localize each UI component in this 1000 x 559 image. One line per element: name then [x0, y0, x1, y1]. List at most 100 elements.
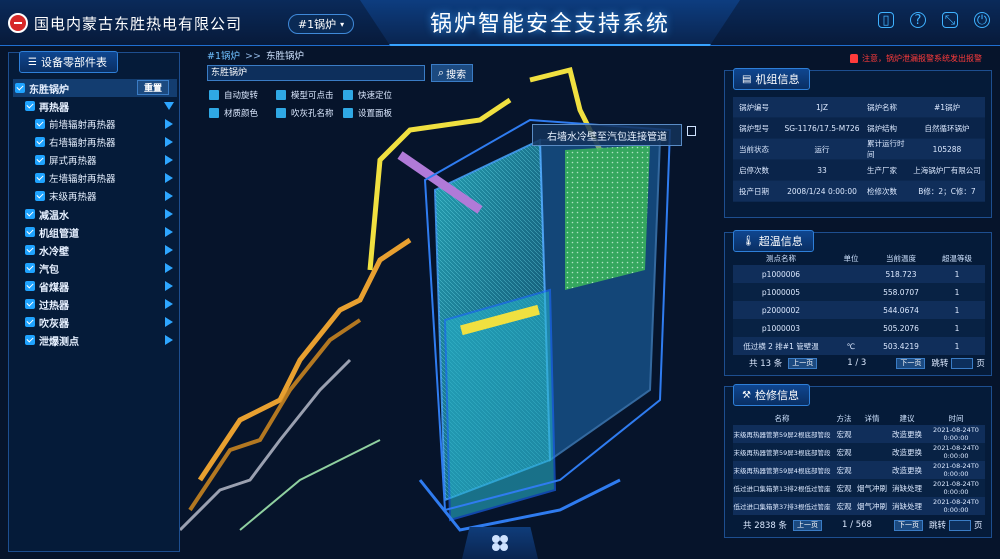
tree-checkbox[interactable] — [25, 281, 35, 291]
tree-checkbox[interactable] — [25, 245, 35, 255]
tree-checkbox[interactable] — [35, 119, 45, 129]
tree-checkbox[interactable] — [35, 191, 45, 201]
table-row[interactable]: 低过进口集箱第37排3根低过管座 宏观 烟气冲刷 消缺处理 2021-08-24T0 0… — [733, 497, 985, 515]
tree-item-label: 右墙辐射再热器 — [49, 138, 116, 149]
tree-item[interactable]: 前墙辐射再热器 — [13, 115, 177, 133]
overtemp-pager: 共 13 条 上一页 1 / 3 下一页 跳转 页 — [733, 355, 985, 371]
expand-down-icon[interactable] — [164, 102, 174, 110]
unit-select[interactable]: #1锅炉 ▾ — [288, 14, 354, 34]
brand: 国电内蒙古东胜热电有限公司 — [8, 10, 242, 36]
tree-item[interactable]: 左墙辐射再热器 — [13, 169, 177, 187]
reset-button[interactable]: 重置 — [137, 80, 169, 95]
table-cell: 末级再热器管第59屏4根底部管段 — [733, 467, 831, 475]
column-header: 名称 — [774, 413, 790, 423]
copy-icon[interactable] — [687, 126, 696, 136]
tree-item[interactable]: 吹灰器 — [13, 313, 177, 331]
tree-item-label: 省煤器 — [39, 282, 69, 294]
table-row[interactable]: p1000003 505.2076 1 — [733, 319, 985, 337]
tree-item[interactable]: 再热器 — [13, 97, 177, 115]
overtemp-header: 🌡 超温信息 — [733, 230, 814, 252]
tree-checkbox[interactable] — [25, 263, 35, 273]
expand-right-icon[interactable] — [165, 173, 173, 183]
expand-right-icon[interactable] — [165, 119, 173, 129]
info-value: 自然循环锅炉 — [924, 123, 970, 133]
table-row[interactable]: 末级再热器管第59屏4根底部管段 宏观 改造更换 2021-08-24T0 0:00:… — [733, 461, 985, 479]
tree-item[interactable]: 东胜锅炉 重置 — [13, 79, 177, 97]
tree-item[interactable]: 过热器 — [13, 295, 177, 313]
overtemp-next-button[interactable]: 下一页 — [896, 357, 926, 369]
tree-checkbox[interactable] — [25, 101, 35, 111]
list-icon: ☰ — [28, 56, 37, 68]
expand-right-icon[interactable] — [165, 299, 173, 309]
table-row[interactable]: 低过进口集箱第13排2根低过管座 宏观 烟气冲刷 消缺处理 2021-08-24T0 0… — [733, 479, 985, 497]
tree-checkbox[interactable] — [25, 227, 35, 237]
table-cell: p2000002 — [761, 305, 801, 315]
economizer — [565, 145, 650, 290]
expand-right-icon[interactable] — [165, 155, 173, 165]
table-row[interactable]: p1000006 518.723 1 — [733, 265, 985, 283]
tree-checkbox[interactable] — [35, 137, 45, 147]
expand-right-icon[interactable] — [165, 137, 173, 147]
column-header: 测点名称 — [766, 253, 796, 263]
table-row[interactable]: 低过横 2 排#1 管壁温 ℃ 503.4219 1 — [733, 337, 985, 355]
table-row[interactable]: 末级再热器管第59屏3根底部管段 宏观 改造更换 2021-08-24T0 0:00:… — [733, 443, 985, 461]
tree-item[interactable]: 右墙辐射再热器 — [13, 133, 177, 151]
info-icon: ▤ — [742, 73, 752, 85]
document-icon[interactable]: ▯ — [878, 12, 894, 28]
overtemp-page-input[interactable] — [951, 357, 974, 369]
info-key: 启停次数 — [739, 165, 769, 175]
info-value: SG-1176/17.5-M726 — [784, 123, 860, 133]
tree-checkbox[interactable] — [25, 317, 35, 327]
info-key: 生产厂家 — [867, 165, 897, 175]
table-cell: 改造更换 — [892, 429, 922, 439]
power-icon[interactable]: ⏻ — [974, 12, 990, 28]
expand-right-icon[interactable] — [165, 245, 173, 255]
tree-item-label: 泄爆测点 — [39, 336, 79, 348]
tree-item[interactable]: 水冷壁 — [13, 241, 177, 259]
maintenance-page-input[interactable] — [948, 519, 971, 531]
tree-item-label: 吹灰器 — [39, 318, 69, 330]
tree-checkbox[interactable] — [15, 83, 25, 93]
table-cell: 宏观 — [836, 465, 852, 475]
tree-checkbox[interactable] — [25, 335, 35, 345]
fan-icon — [492, 535, 508, 551]
table-cell: 1 — [954, 269, 960, 279]
steam-pipe — [188, 318, 362, 512]
tree-item-label: 屏式再热器 — [49, 156, 97, 167]
tree-item[interactable]: 省煤器 — [13, 277, 177, 295]
expand-right-icon[interactable] — [165, 263, 173, 273]
expand-right-icon[interactable] — [165, 335, 173, 345]
tree-checkbox[interactable] — [35, 173, 45, 183]
maintenance-jump-label: 跳转 — [928, 521, 946, 531]
tree-item[interactable]: 屏式再热器 — [13, 151, 177, 169]
maintenance-prev-button[interactable]: 上一页 — [793, 519, 823, 531]
info-value: 1JZ — [815, 102, 829, 112]
maintenance-next-button[interactable]: 下一页 — [893, 519, 923, 531]
tree-item[interactable]: 汽包 — [13, 259, 177, 277]
table-row[interactable]: p2000002 544.0674 1 — [733, 301, 985, 319]
tree-item[interactable]: 泄爆测点 — [13, 331, 177, 349]
expand-right-icon[interactable] — [165, 191, 173, 201]
overtemp-prev-button[interactable]: 上一页 — [788, 357, 818, 369]
expand-right-icon[interactable] — [165, 227, 173, 237]
tree-item[interactable]: 机组管道 — [13, 223, 177, 241]
table-row[interactable]: 末级再热器管第59屏2根底部管段 宏观 改造更换 2021-08-24T0 0:00:… — [733, 425, 985, 443]
expand-right-icon[interactable] — [165, 209, 173, 219]
table-cell: 烟气冲刷 — [857, 483, 887, 493]
tree-checkbox[interactable] — [35, 155, 45, 165]
table-row[interactable]: p1000005 558.0707 1 — [733, 283, 985, 301]
tree-checkbox[interactable] — [25, 299, 35, 309]
maintenance-panel: ⚒ 检修信息 名称 方法 详情 建议 时间 末级再热器管第59屏2根底部管段 宏观 改造更换 2… — [724, 384, 992, 538]
expand-right-icon[interactable] — [165, 281, 173, 291]
collapse-icon[interactable]: ⤡ — [942, 12, 958, 28]
bottom-menu-button[interactable] — [462, 527, 538, 559]
unit-select-value: #1锅炉 — [297, 18, 337, 31]
info-row: 锅炉型号 SG-1176/17.5-M726 锅炉结构 自然循环锅炉 — [733, 118, 985, 139]
expand-right-icon[interactable] — [165, 317, 173, 327]
overtemp-total: 共 13 条 — [749, 359, 783, 369]
tree-item[interactable]: 减温水 — [13, 205, 177, 223]
column-header: 建议 — [899, 413, 915, 423]
help-icon[interactable]: ? — [910, 12, 926, 28]
tree-checkbox[interactable] — [25, 209, 35, 219]
tree-item[interactable]: 末级再热器 — [13, 187, 177, 205]
